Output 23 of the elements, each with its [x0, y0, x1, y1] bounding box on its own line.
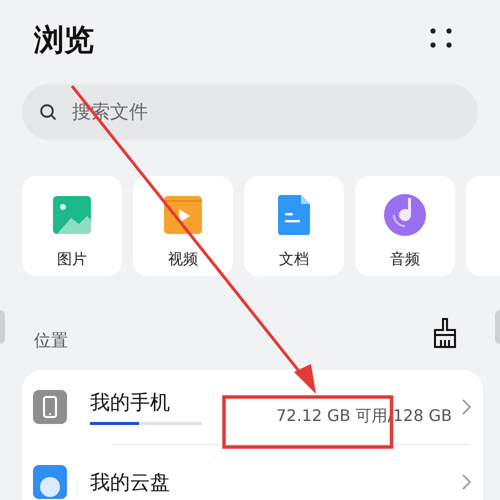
- category-card[interactable]: 图片: [22, 176, 122, 276]
- document-icon: [278, 195, 310, 235]
- picture-icon: [53, 196, 91, 234]
- search-icon: [40, 104, 57, 121]
- video-icon: [164, 196, 202, 234]
- broom-icon[interactable]: [432, 318, 458, 348]
- cloud-icon: [33, 465, 67, 499]
- page-title: 浏览: [34, 22, 94, 60]
- location-name: 我的手机: [90, 389, 171, 416]
- category-card[interactable]: 视频: [133, 176, 233, 276]
- category-label: 视频: [168, 250, 198, 269]
- category-card[interactable]: 音频: [355, 176, 455, 276]
- chevron-right-icon[interactable]: [462, 399, 471, 415]
- music-disc-icon: [384, 194, 426, 236]
- phone-icon: [33, 390, 67, 424]
- category-label: 文档: [279, 250, 309, 269]
- chevron-right-icon[interactable]: [462, 474, 471, 490]
- category-card[interactable]: 文档: [244, 176, 344, 276]
- category-label: 图片: [57, 250, 87, 269]
- more-menu-icon[interactable]: [430, 28, 452, 48]
- section-label: 位置: [34, 330, 68, 352]
- location-name: 我的云盘: [90, 468, 171, 496]
- category-label: 音频: [390, 250, 420, 269]
